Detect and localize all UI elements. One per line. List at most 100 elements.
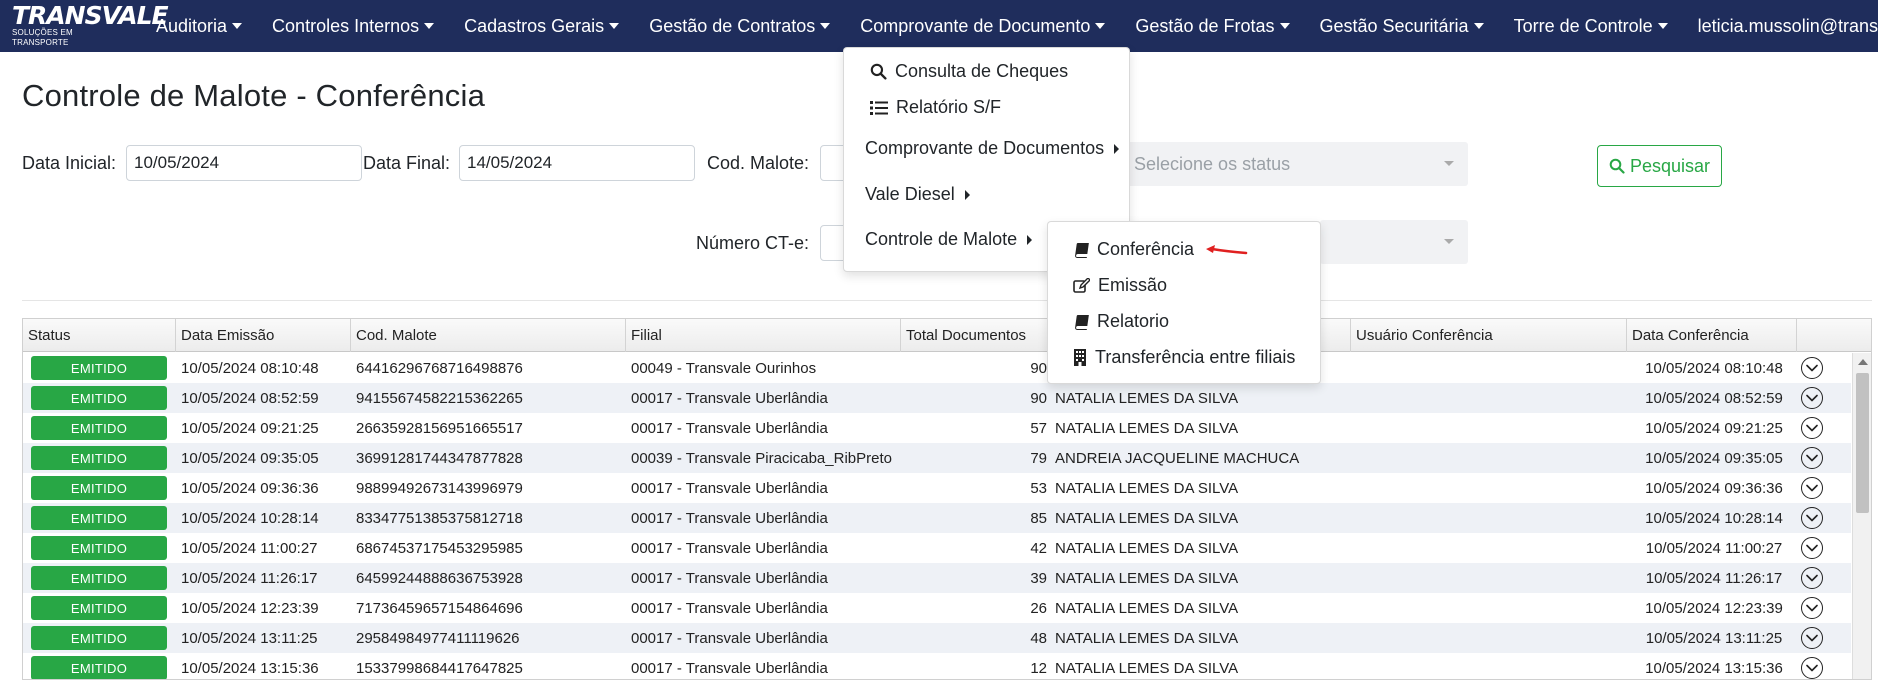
- chevron-down-circle-icon[interactable]: [1801, 447, 1823, 469]
- submenu-item-transferencia[interactable]: Transferência entre filiais: [1073, 347, 1295, 368]
- col-data-conferencia[interactable]: Data Conferência: [1627, 319, 1797, 352]
- search-icon: [1609, 158, 1625, 174]
- table-row[interactable]: EMITIDO 10/05/2024 11:00:27 68674537175453…: [23, 533, 1851, 563]
- list-icon: [870, 100, 888, 115]
- menu-item-controle-malote[interactable]: Controle de Malote: [865, 229, 1033, 250]
- menu-item-comprovante-documentos[interactable]: Comprovante de Documentos: [865, 138, 1120, 159]
- cell-data-conferencia: 10/05/2024 12:23:39: [1645, 599, 1783, 617]
- cell-data-emissao: 10/05/2024 13:15:36: [181, 659, 319, 677]
- cell-data-emissao: 10/05/2024 11:26:17: [181, 569, 318, 587]
- user-email: leticia.mussolin@transval: [1697, 15, 1878, 36]
- col-data-emissao[interactable]: Data Emissão: [176, 319, 351, 352]
- submenu-item-relatorio[interactable]: Relatorio: [1073, 311, 1169, 332]
- cell-data-emissao: 10/05/2024 11:00:27: [181, 539, 318, 557]
- submenu-item-emissao[interactable]: Emissão: [1073, 275, 1167, 296]
- menu-item-vale-diesel[interactable]: Vale Diesel: [865, 184, 970, 205]
- menu-item-consulta-cheques[interactable]: Consulta de Cheques: [870, 61, 1068, 82]
- chevron-down-circle-icon[interactable]: [1801, 477, 1823, 499]
- table-row[interactable]: EMITIDO 10/05/2024 09:21:25 26635928156951…: [23, 413, 1851, 443]
- col-filial[interactable]: Filial: [626, 319, 901, 352]
- status-badge: EMITIDO: [31, 506, 167, 530]
- pesquisar-button[interactable]: Pesquisar: [1597, 145, 1722, 187]
- cell-total-documentos: 53: [1030, 479, 1047, 497]
- scroll-up-icon[interactable]: [1858, 359, 1868, 365]
- col-status[interactable]: Status: [23, 319, 176, 352]
- table-row[interactable]: EMITIDO 10/05/2024 09:35:05 36991281744347…: [23, 443, 1851, 473]
- cell-filial: 00017 - Transvale Uberlândia: [631, 659, 828, 677]
- logo-tagline: SOLUÇÕES EM TRANSPORTE: [12, 28, 73, 47]
- nav-label: Gestão Securitária: [1319, 15, 1469, 36]
- col-total-documentos[interactable]: Total Documentos: [901, 319, 1051, 352]
- secondary-select[interactable]: [1320, 220, 1468, 264]
- nav-label: Gestão de Contratos: [649, 15, 816, 36]
- caret-down-icon: [232, 23, 243, 29]
- cell-data-emissao: 10/05/2024 09:35:05: [181, 449, 319, 467]
- table-row[interactable]: EMITIDO 10/05/2024 13:11:25 29584984977411…: [23, 623, 1851, 653]
- status-badge: EMITIDO: [31, 566, 167, 590]
- cell-data-emissao: 10/05/2024 08:10:48: [181, 359, 319, 377]
- cod-malote-label: Cod. Malote:: [707, 153, 810, 173]
- cell-filial: 00017 - Transvale Uberlândia: [631, 539, 828, 557]
- data-final-input[interactable]: 14/05/2024: [459, 145, 695, 181]
- cell-data-conferencia: 10/05/2024 10:28:14: [1645, 509, 1783, 527]
- menu-label: Transferência entre filiais: [1095, 347, 1296, 367]
- nav-item-controles-internos[interactable]: Controles Internos: [272, 15, 435, 37]
- cell-usuario-conferencia: [1355, 413, 1627, 443]
- cell-cod-malote: 26635928156951665517: [356, 419, 523, 437]
- nav-item-gestao-securitaria[interactable]: Gestão Securitária: [1320, 16, 1484, 37]
- cell-usuario-conferencia: [1355, 353, 1627, 383]
- cell-cod-malote: 68674537175453295985: [356, 539, 523, 557]
- menu-label: Vale Diesel: [865, 184, 955, 204]
- chevron-down-circle-icon[interactable]: [1801, 537, 1823, 559]
- cell-filial: 00017 - Transvale Uberlândia: [631, 479, 828, 497]
- status-badge: EMITIDO: [31, 356, 167, 380]
- table-row[interactable]: EMITIDO 10/05/2024 10:28:14 83347751385375…: [23, 503, 1851, 533]
- menu-label: Consulta de Cheques: [895, 61, 1069, 81]
- book-icon: [1075, 314, 1089, 330]
- status-select[interactable]: Selecione os status: [1120, 142, 1468, 186]
- table-row[interactable]: EMITIDO 10/05/2024 13:15:36 15337998684417…: [23, 653, 1851, 679]
- submenu-item-conferencia[interactable]: Conferência: [1073, 239, 1194, 260]
- col-cod-malote[interactable]: Cod. Malote: [351, 319, 626, 352]
- nav-item-auditoria[interactable]: Auditoria: [156, 16, 243, 37]
- chevron-down-circle-icon[interactable]: [1801, 627, 1823, 649]
- chevron-down-circle-icon[interactable]: [1801, 567, 1823, 589]
- cell-total-documentos: 90: [1030, 359, 1047, 377]
- nav-user-menu[interactable]: leticia.mussolin@transval: [1698, 16, 1878, 37]
- nav-item-gestao-frotas[interactable]: Gestão de Frotas: [1135, 15, 1290, 37]
- scroll-thumb[interactable]: [1856, 373, 1869, 513]
- building-icon: [1074, 349, 1086, 366]
- cell-total-documentos: 12: [1030, 659, 1047, 677]
- chevron-down-circle-icon[interactable]: [1801, 657, 1823, 679]
- chevron-down-circle-icon[interactable]: [1801, 597, 1823, 619]
- caret-right-icon: [1027, 234, 1033, 245]
- nav-item-torre-controle[interactable]: Torre de Controle: [1514, 16, 1668, 37]
- transvale-logo[interactable]: TRANSVALE SOLUÇÕES EM TRANSPORTE: [12, 2, 169, 48]
- col-usuario-conferencia[interactable]: Usuário Conferência: [1351, 319, 1627, 352]
- nav-item-gestao-contratos[interactable]: Gestão de Contratos: [649, 15, 831, 37]
- cell-usuario: ANDREIA JACQUELINE MACHUCA: [1055, 449, 1300, 467]
- table-row[interactable]: EMITIDO 10/05/2024 12:23:39 71736459657154…: [23, 593, 1851, 623]
- table-scrollbar[interactable]: [1852, 353, 1871, 679]
- cell-data-emissao: 10/05/2024 09:36:36: [181, 479, 319, 497]
- chevron-down-circle-icon[interactable]: [1801, 417, 1823, 439]
- cell-data-conferencia: 10/05/2024 09:21:25: [1645, 419, 1783, 437]
- table-row[interactable]: EMITIDO 10/05/2024 08:10:48 64416296768716…: [23, 353, 1851, 383]
- nav-item-comprovante-documento[interactable]: Comprovante de Documento: [860, 16, 1106, 37]
- table-row[interactable]: EMITIDO 10/05/2024 09:36:36 98899492673143…: [23, 473, 1851, 503]
- chevron-down-circle-icon[interactable]: [1801, 387, 1823, 409]
- chevron-down-circle-icon[interactable]: [1801, 507, 1823, 529]
- chevron-down-circle-icon[interactable]: [1801, 357, 1823, 379]
- table-row[interactable]: EMITIDO 10/05/2024 11:26:17 64599244888636…: [23, 563, 1851, 593]
- cell-data-emissao: 10/05/2024 12:23:39: [181, 599, 319, 617]
- nav-label: Gestão de Frotas: [1135, 15, 1275, 36]
- menu-item-relatorio-sf[interactable]: Relatório S/F: [870, 97, 1001, 118]
- controle-malote-submenu: Conferência Emissão Relatorio Transferên…: [1047, 221, 1321, 384]
- nav-item-cadastros-gerais[interactable]: Cadastros Gerais: [464, 16, 620, 37]
- cell-data-emissao: 10/05/2024 08:52:59: [181, 389, 319, 407]
- status-badge: EMITIDO: [31, 626, 167, 650]
- data-inicial-input[interactable]: 10/05/2024: [126, 145, 362, 181]
- table-row[interactable]: EMITIDO 10/05/2024 08:52:59 94155674582215…: [23, 383, 1851, 413]
- nav-label: Controles Internos: [272, 15, 420, 36]
- annotation-arrow-icon: [1206, 245, 1248, 255]
